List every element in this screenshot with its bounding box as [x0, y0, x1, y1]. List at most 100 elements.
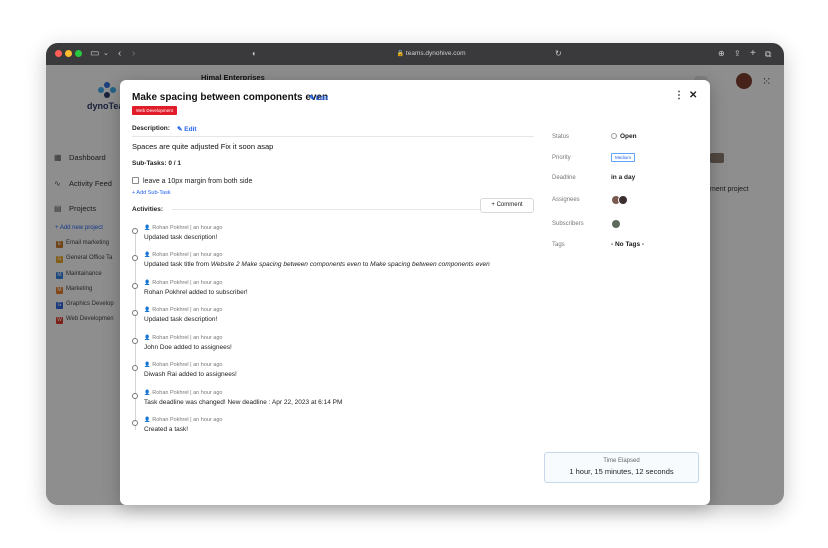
- download-icon[interactable]: ⊕: [718, 47, 725, 61]
- activity-user: Rohan Pokhrel: [152, 362, 189, 368]
- activity-message-text: Updated task title from: [144, 261, 211, 268]
- tags-label: Tags: [552, 242, 565, 248]
- subtasks-label-text: Sub-Tasks:: [132, 160, 167, 167]
- pencil-icon: ✎: [309, 95, 315, 102]
- url-text: teams.dynohive.com: [405, 50, 466, 57]
- time-elapsed-label: Time Elapsed: [603, 458, 640, 464]
- edit-title-button[interactable]: ✎Edit: [309, 94, 328, 102]
- subtask-item[interactable]: leave a 10px margin from both side: [132, 177, 252, 185]
- status-circle-icon: [611, 133, 617, 139]
- task-modal: Make spacing between components even ✎Ed…: [120, 80, 710, 505]
- subscribers-label: Subscribers: [552, 221, 584, 227]
- activity-meta: 👤 Rohan Pokhrel | an hour ago: [144, 280, 223, 286]
- subtasks-count: 0 / 1: [168, 160, 182, 167]
- timeline-dot-icon: [132, 393, 138, 399]
- old-title: Website 2 Make spacing between component…: [210, 261, 362, 268]
- activity-message: Updated task description!: [144, 316, 218, 323]
- activity-user: Rohan Pokhrel: [152, 252, 189, 258]
- zoom-window-button[interactable]: [75, 50, 82, 57]
- activity-message: Task deadline was changed! New deadline …: [144, 399, 343, 406]
- activity-user: Rohan Pokhrel: [152, 280, 189, 286]
- timeline-dot-icon: [132, 338, 138, 344]
- activity-time: an hour ago: [193, 307, 223, 313]
- activity-user: Rohan Pokhrel: [152, 307, 189, 313]
- deadline-value[interactable]: in a day: [611, 174, 635, 181]
- person-icon: 👤: [144, 417, 151, 423]
- activity-user: Rohan Pokhrel: [152, 335, 189, 341]
- close-icon[interactable]: ✕: [689, 90, 697, 101]
- tags-value[interactable]: - No Tags -: [611, 241, 644, 248]
- edit-description-button[interactable]: ✎ Edit: [177, 125, 197, 133]
- activities-label: Activities:: [132, 206, 164, 213]
- tag-badge: Web Development: [132, 106, 177, 115]
- activity-message: Rohan Pokhrel added to subscriber!: [144, 289, 248, 296]
- privacy-shield-icon[interactable]: ◐: [252, 47, 257, 61]
- edit-label: Edit: [184, 126, 197, 133]
- activity-user: Rohan Pokhrel: [152, 417, 189, 423]
- person-icon: 👤: [144, 362, 151, 368]
- browser-titlebar: ▭ ⌄ ‹ › ◐ 🔒 teams.dynohive.com ↻ ⊕ ⇪ + ⧉: [46, 43, 784, 65]
- activity-message-text: to: [361, 261, 371, 268]
- activity-message: Diwash Rai added to assignees!: [144, 371, 237, 378]
- activity-user: Rohan Pokhrel: [152, 390, 189, 396]
- timeline-dot-icon: [132, 420, 138, 426]
- activity-time: an hour ago: [193, 280, 223, 286]
- subtask-label: leave a 10px margin from both side: [143, 178, 253, 185]
- status-label: Status: [552, 134, 570, 140]
- more-options-icon[interactable]: ⋮: [674, 90, 684, 101]
- timeline-dot-icon: [132, 255, 138, 261]
- forward-icon[interactable]: ›: [132, 47, 135, 61]
- description-label: Description:: [132, 125, 170, 132]
- reload-icon[interactable]: ↻: [555, 47, 562, 61]
- timeline-dot-icon: [132, 310, 138, 316]
- add-subtask-link[interactable]: + Add Sub-Task: [132, 190, 171, 196]
- close-window-button[interactable]: [55, 50, 62, 57]
- address-bar[interactable]: 🔒 teams.dynohive.com: [296, 47, 566, 61]
- edit-label: Edit: [315, 95, 329, 102]
- person-icon: 👤: [144, 252, 151, 258]
- activity-message: John Doe added to assignees!: [144, 344, 232, 351]
- activity-message: Created a task!: [144, 426, 189, 433]
- sidebar-toggle-icon[interactable]: ▭: [90, 47, 99, 61]
- comment-button[interactable]: + Comment: [480, 198, 534, 213]
- activity-message: Updated task description!: [144, 234, 218, 241]
- activity-meta: 👤 Rohan Pokhrel | an hour ago: [144, 362, 223, 368]
- tab-overview-icon[interactable]: ⧉: [765, 47, 771, 61]
- back-icon[interactable]: ‹: [118, 47, 121, 61]
- assignees-label: Assignees: [552, 197, 580, 203]
- subscriber-avatar[interactable]: [611, 219, 621, 229]
- description-text: Spaces are quite adjusted Fix it soon as…: [132, 142, 274, 151]
- assignee-avatar[interactable]: [618, 195, 628, 205]
- status-value[interactable]: Open: [611, 133, 637, 140]
- status-text: Open: [620, 133, 637, 140]
- activity-meta: 👤 Rohan Pokhrel | an hour ago: [144, 225, 223, 231]
- activity-time: an hour ago: [193, 335, 223, 341]
- divider: [132, 136, 534, 137]
- activity-time: an hour ago: [193, 417, 223, 423]
- activity-time: an hour ago: [193, 362, 223, 368]
- deadline-label: Deadline: [552, 175, 576, 181]
- timeline-dot-icon: [132, 228, 138, 234]
- time-elapsed-value: 1 hour, 15 minutes, 12 seconds: [569, 467, 674, 476]
- person-icon: 👤: [144, 307, 151, 313]
- new-tab-icon[interactable]: +: [750, 47, 756, 61]
- subtask-checkbox[interactable]: [132, 177, 139, 184]
- priority-label: Priority: [552, 155, 571, 161]
- new-title: Make spacing between components even: [370, 261, 490, 268]
- task-title: Make spacing between components even: [132, 92, 329, 103]
- timeline-dot-icon: [132, 365, 138, 371]
- activity-user: Rohan Pokhrel: [152, 225, 189, 231]
- activity-meta: 👤 Rohan Pokhrel | an hour ago: [144, 390, 223, 396]
- activity-message: Updated task title from Website 2 Make s…: [144, 261, 490, 268]
- activity-meta: 👤 Rohan Pokhrel | an hour ago: [144, 417, 223, 423]
- minimize-window-button[interactable]: [65, 50, 72, 57]
- person-icon: 👤: [144, 280, 151, 286]
- activity-meta: 👤 Rohan Pokhrel | an hour ago: [144, 252, 223, 258]
- subtasks-label: Sub-Tasks: 0 / 1: [132, 160, 181, 167]
- screenshot-stage: ▭ ⌄ ‹ › ◐ 🔒 teams.dynohive.com ↻ ⊕ ⇪ + ⧉ …: [0, 0, 828, 548]
- chevron-down-icon[interactable]: ⌄: [103, 47, 109, 61]
- person-icon: 👤: [144, 390, 151, 396]
- share-icon[interactable]: ⇪: [734, 47, 741, 61]
- activity-meta: 👤 Rohan Pokhrel | an hour ago: [144, 335, 223, 341]
- priority-badge[interactable]: Medium: [611, 153, 636, 162]
